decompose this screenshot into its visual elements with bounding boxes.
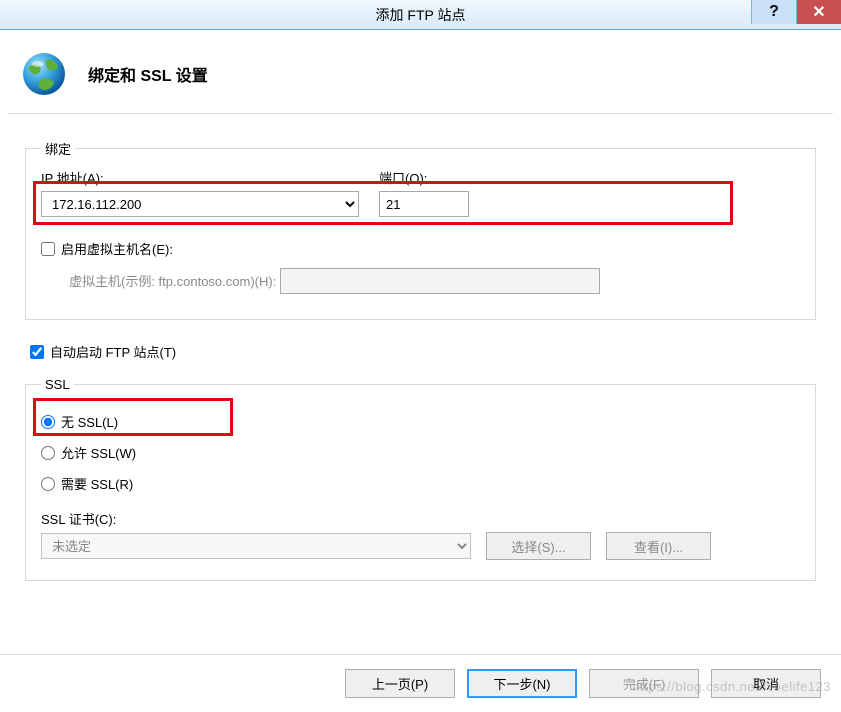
- auto-start-row: 自动启动 FTP 站点(T): [30, 342, 811, 361]
- allow-ssl-label[interactable]: 允许 SSL(W): [61, 443, 136, 462]
- auto-start-checkbox[interactable]: [30, 345, 44, 359]
- binding-legend: 绑定: [41, 139, 75, 158]
- previous-button[interactable]: 上一页(P): [345, 669, 455, 698]
- no-ssl-label[interactable]: 无 SSL(L): [61, 412, 118, 431]
- content-area: 绑定 IP 地址(A): 172.16.112.200 端口(O): 启用虚拟主…: [0, 114, 841, 613]
- ssl-cert-select[interactable]: 未选定: [41, 533, 471, 559]
- port-input[interactable]: [379, 191, 469, 217]
- no-ssl-radio[interactable]: [41, 415, 55, 429]
- allow-ssl-radio[interactable]: [41, 446, 55, 460]
- ssl-legend: SSL: [41, 377, 74, 392]
- enable-vhost-label[interactable]: 启用虚拟主机名(E):: [61, 239, 173, 258]
- finish-button: 完成(F): [589, 669, 699, 698]
- ip-address-select[interactable]: 172.16.112.200: [41, 191, 359, 217]
- wizard-header: 绑定和 SSL 设置: [0, 30, 841, 113]
- vhost-input: [280, 268, 600, 294]
- page-title: 绑定和 SSL 设置: [88, 62, 208, 86]
- port-label: 端口(O):: [379, 168, 469, 187]
- titlebar-buttons: ? ✕: [751, 0, 841, 29]
- auto-start-label[interactable]: 自动启动 FTP 站点(T): [50, 342, 176, 361]
- ssl-fieldset: SSL 无 SSL(L) 允许 SSL(W) 需要 SSL(R) SSL 证书(…: [25, 377, 816, 581]
- binding-fieldset: 绑定 IP 地址(A): 172.16.112.200 端口(O): 启用虚拟主…: [25, 139, 816, 320]
- titlebar: 添加 FTP 站点 ? ✕: [0, 0, 841, 30]
- close-button[interactable]: ✕: [796, 0, 841, 24]
- help-button[interactable]: ?: [751, 0, 796, 24]
- require-ssl-radio[interactable]: [41, 477, 55, 491]
- require-ssl-label[interactable]: 需要 SSL(R): [61, 474, 133, 493]
- vhost-label: 虚拟主机(示例: ftp.contoso.com)(H):: [69, 274, 276, 289]
- ip-address-label: IP 地址(A):: [41, 168, 359, 187]
- next-button[interactable]: 下一步(N): [467, 669, 577, 698]
- wizard-footer: 上一页(P) 下一步(N) 完成(F) 取消: [0, 654, 841, 712]
- enable-vhost-checkbox[interactable]: [41, 242, 55, 256]
- cancel-button[interactable]: 取消: [711, 669, 821, 698]
- select-cert-button: 选择(S)...: [486, 532, 591, 560]
- ssl-cert-label: SSL 证书(C):: [41, 509, 800, 528]
- window-title: 添加 FTP 站点: [376, 5, 466, 25]
- globe-icon: [20, 50, 68, 98]
- view-cert-button: 查看(I)...: [606, 532, 711, 560]
